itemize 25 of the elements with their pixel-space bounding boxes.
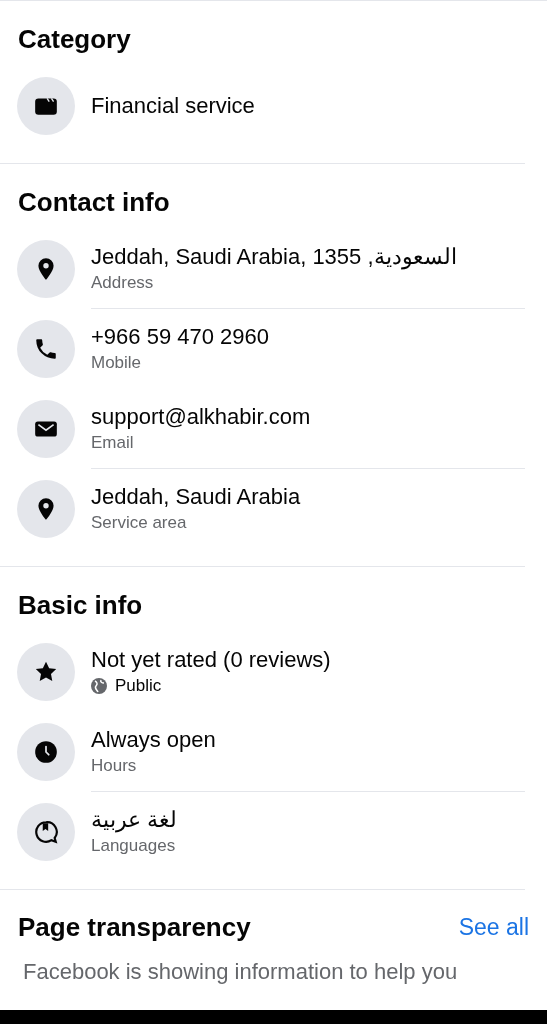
info-text: لغة عربية [91, 805, 179, 834]
info-text: Financial service [91, 91, 256, 120]
info-text: Not yet rated (0 reviews) [91, 645, 332, 674]
info-label: Address [91, 271, 155, 294]
clock-icon [33, 739, 59, 765]
info-label: Service area [91, 511, 188, 534]
info-text: +966 59 470 2960 [91, 322, 270, 351]
phone-icon [33, 336, 59, 362]
info-text: Always open [91, 725, 217, 754]
globe-icon [91, 677, 107, 694]
section-heading: Category [18, 23, 132, 55]
info-label: Mobile [91, 351, 143, 374]
info-label: Email [91, 431, 135, 454]
section-heading: Basic info [18, 589, 144, 621]
speech-bubble-icon [33, 819, 59, 845]
info-label: Languages [91, 834, 177, 857]
info-label: Hours [91, 754, 138, 777]
info-text: Jeddah, Saudi Arabia [91, 482, 302, 511]
info-text: Jeddah, Saudi Arabia, 1355 ,السعودية [91, 242, 458, 271]
info-text: support@alkhabir.com [91, 402, 312, 431]
section-heading: Contact info [18, 186, 171, 218]
see-all-link[interactable]: See all [458, 914, 529, 941]
transparency-text: Facebook is showing information to help you [23, 959, 459, 985]
audience-label: Public [115, 674, 162, 697]
section-heading: Page transparency [18, 912, 251, 943]
